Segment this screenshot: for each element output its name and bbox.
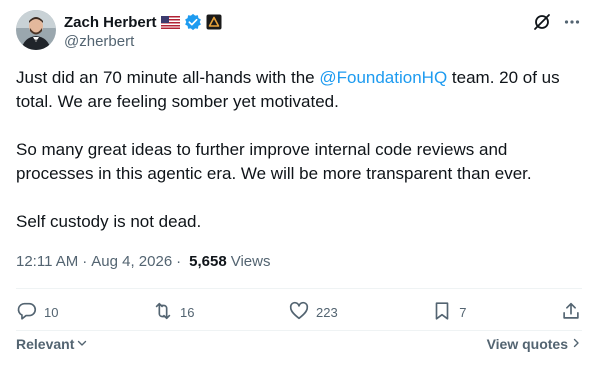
mention-link[interactable]: @FoundationHQ — [319, 68, 447, 87]
divider — [16, 288, 582, 289]
bookmark-button[interactable]: 7 — [431, 300, 466, 325]
like-count: 223 — [316, 304, 338, 320]
chevron-right-icon — [570, 336, 582, 352]
reply-icon — [16, 300, 38, 325]
chevron-down-icon — [76, 336, 88, 352]
author-handle[interactable]: @zherbert — [64, 32, 222, 52]
bookmark-count: 7 — [459, 304, 467, 320]
like-button[interactable]: 223 — [288, 300, 338, 325]
action-bar: 10 16 223 7 — [16, 300, 582, 324]
header-actions — [532, 12, 582, 32]
post-date[interactable]: Aug 4, 2026 — [91, 252, 172, 272]
display-name[interactable]: Zach Herbert — [64, 14, 157, 31]
post-paragraph-3: Self custody is not dead. — [16, 212, 202, 231]
post-text: Just did an 70 minute all-hands with the… — [16, 66, 576, 258]
reply-count: 10 — [44, 304, 59, 320]
affiliate-logo-icon[interactable] — [206, 14, 222, 30]
post-paragraph-1: Just did an 70 minute all-hands with the… — [16, 66, 576, 114]
us-flag-icon — [160, 15, 180, 29]
heart-icon — [288, 300, 310, 325]
post-paragraph-2: So many great ideas to further improve i… — [16, 140, 532, 183]
view-quotes-label: View quotes — [486, 336, 568, 352]
repost-button[interactable]: 16 — [152, 300, 194, 325]
post-time[interactable]: 12:11 AM — [16, 252, 78, 272]
view-quotes-link[interactable]: View quotes — [487, 336, 582, 352]
sort-label: Relevant — [16, 336, 75, 352]
author-names: Zach Herbert @zherbert — [64, 12, 222, 52]
replies-footer: Relevant View quotes — [16, 334, 582, 354]
bookmark-icon — [431, 300, 453, 325]
share-button[interactable] — [560, 300, 582, 325]
name-row: Zach Herbert — [64, 12, 222, 32]
views-count[interactable]: 5,658 — [189, 252, 227, 272]
reply-button[interactable]: 10 — [16, 300, 58, 325]
sort-dropdown[interactable]: Relevant — [16, 336, 88, 352]
share-icon — [560, 300, 582, 325]
verified-badge-icon[interactable] — [184, 13, 202, 31]
more-icon[interactable] — [562, 12, 582, 32]
post-text-part: Just did an 70 minute all-hands with the — [16, 68, 320, 87]
views-label: Views — [230, 253, 271, 270]
avatar[interactable] — [16, 10, 56, 50]
repost-count: 16 — [180, 304, 195, 320]
post-meta: 12:11 AM · Aug 4, 2026 · 5,658 Views — [16, 252, 270, 272]
divider — [16, 330, 582, 331]
grok-icon[interactable] — [532, 12, 552, 32]
post-header: Zach Herbert @zherbert — [16, 10, 582, 54]
meta-separator: · — [82, 253, 88, 270]
meta-separator: · — [176, 253, 182, 270]
repost-icon — [152, 300, 174, 325]
